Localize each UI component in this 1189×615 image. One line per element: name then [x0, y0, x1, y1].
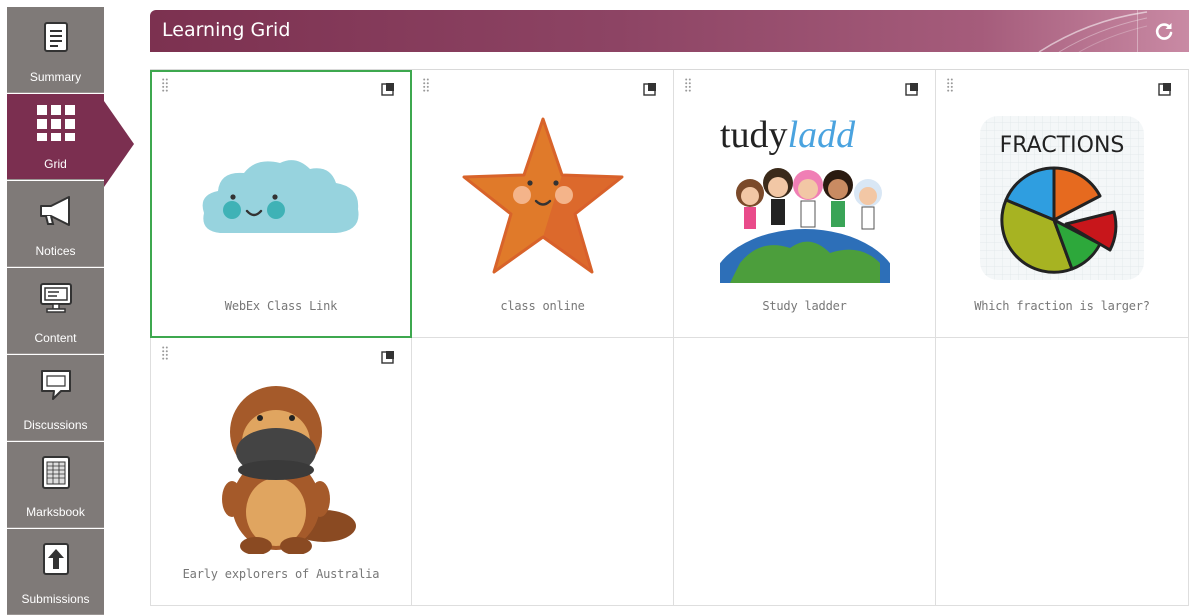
- sidebar-item-label: Submissions: [21, 592, 90, 606]
- sidebar-item-label: Discussions: [23, 418, 88, 432]
- active-indicator-arrow: [104, 101, 134, 187]
- sidebar-item-label: Content: [34, 331, 77, 345]
- grid-empty-cell: [674, 338, 936, 606]
- sidebar-item-label: Marksbook: [26, 505, 85, 519]
- sidebar-item-summary[interactable]: Summary: [7, 7, 104, 93]
- fractions-title-text: FRACTIONS: [1000, 133, 1125, 158]
- sidebar-item-grid[interactable]: Grid: [7, 94, 104, 180]
- platypus-image: [151, 374, 411, 554]
- cloud-image: [151, 110, 411, 285]
- drag-handle-icon[interactable]: [423, 78, 429, 92]
- tile-label: Study ladder: [762, 299, 847, 313]
- grid-tile-webex-class-link[interactable]: WebEx Class Link: [150, 70, 412, 338]
- tile-label: class online: [500, 299, 585, 313]
- grid-empty-cell: [412, 338, 674, 606]
- drag-handle-icon[interactable]: [162, 346, 168, 360]
- header-swoosh-decoration: [1038, 11, 1148, 52]
- sidebar-item-notices[interactable]: Notices: [7, 181, 104, 267]
- megaphone-icon: [7, 191, 104, 231]
- open-external-icon[interactable]: [643, 82, 657, 96]
- tile-label: WebEx Class Link: [224, 299, 338, 313]
- sidebar-item-content[interactable]: Content: [7, 268, 104, 354]
- page-title: Learning Grid: [162, 19, 291, 41]
- drag-handle-icon[interactable]: [162, 78, 168, 92]
- sidebar-item-label: Notices: [35, 244, 76, 258]
- learning-grid: WebEx Class Link class online tudyladd S…: [150, 69, 1189, 606]
- sidebar-item-label: Summary: [29, 70, 82, 84]
- grid-tile-early-explorers[interactable]: Early explorers of Australia: [150, 338, 412, 606]
- tile-label: Early explorers of Australia: [182, 567, 380, 581]
- fractions-pie-image: FRACTIONS: [936, 110, 1188, 285]
- sidebar-item-discussions[interactable]: Discussions: [7, 355, 104, 441]
- refresh-icon: [1155, 23, 1173, 40]
- monitor-icon: [7, 278, 104, 318]
- document-icon: [7, 17, 104, 57]
- sidebar-item-marksbook[interactable]: Marksbook: [7, 442, 104, 528]
- studyladder-image: tudyladd: [674, 110, 935, 285]
- star-image: [412, 110, 673, 285]
- studyladder-logo-text: tudyladd: [720, 114, 856, 156]
- upload-icon: [7, 539, 104, 579]
- learning-grid-header: Learning Grid: [150, 10, 1189, 52]
- open-external-icon[interactable]: [1158, 82, 1172, 96]
- refresh-button[interactable]: [1139, 10, 1189, 52]
- grid-tile-which-fraction[interactable]: FRACTIONS Which fraction is larger?: [936, 70, 1189, 338]
- open-external-icon[interactable]: [905, 82, 919, 96]
- notebook-icon: [7, 452, 104, 492]
- sidebar-item-label: Grid: [44, 157, 67, 171]
- drag-handle-icon[interactable]: [947, 78, 953, 92]
- grid-tile-study-ladder[interactable]: tudyladd Study ladder: [674, 70, 936, 338]
- grid-icon: [7, 104, 104, 144]
- speech-bubble-icon: [7, 365, 104, 405]
- open-external-icon[interactable]: [381, 82, 395, 96]
- sidebar-item-submissions[interactable]: Submissions: [7, 529, 104, 615]
- drag-handle-icon[interactable]: [685, 78, 691, 92]
- grid-tile-class-online[interactable]: class online: [412, 70, 674, 338]
- open-external-icon[interactable]: [381, 350, 395, 364]
- header-separator: [1137, 10, 1138, 52]
- sidebar: Summary Grid Notices Content Discussions: [7, 7, 134, 615]
- tile-label: Which fraction is larger?: [974, 299, 1150, 313]
- grid-empty-cell: [936, 338, 1189, 606]
